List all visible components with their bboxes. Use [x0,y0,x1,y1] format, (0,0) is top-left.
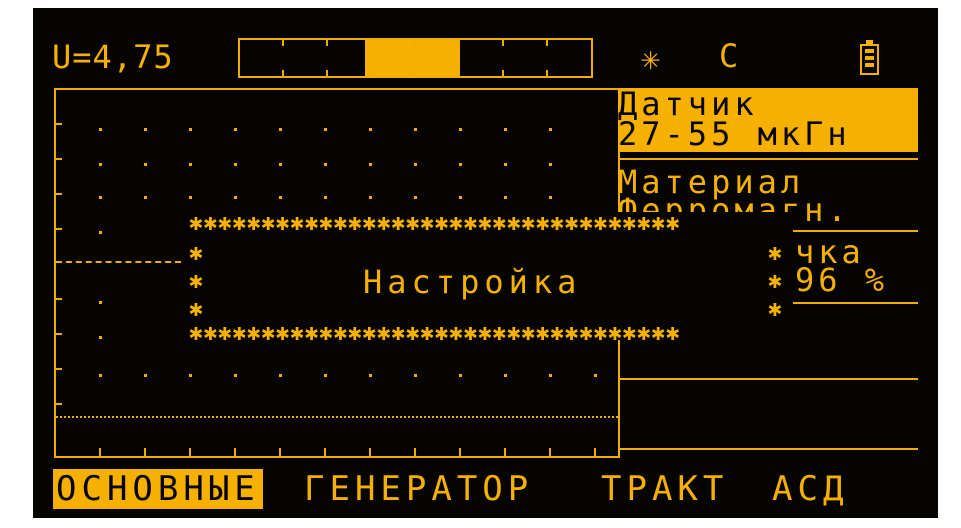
tab-asd[interactable]: АСД [772,469,848,509]
battery-icon [860,40,879,75]
modal-border-left: ✱ ✱ ✱ [189,240,203,322]
sensor-value: 27-55 мкГн [618,115,851,153]
device-screen: U=4,75 ✳ С Датчик 27-55 мкГн Материал Фе… [33,8,938,518]
modal-border-top: ✱✱✱✱✱✱✱✱✱✱✱✱✱✱✱✱✱✱✱✱✱✱✱✱✱✱✱✱✱✱✱✱✱✱ [189,210,681,236]
star-icon: ✳ [641,39,661,77]
partial-value: 96 % [795,261,889,299]
level-fill [365,40,460,76]
mode-indicator: С [719,37,739,75]
level-bar [238,38,593,78]
tab-tract[interactable]: ТРАКТ [601,469,728,509]
modal-border-bottom: ✱✱✱✱✱✱✱✱✱✱✱✱✱✱✱✱✱✱✱✱✱✱✱✱✱✱✱✱✱✱✱✱✱✱ [189,320,681,346]
modal-title: Настройка [363,263,582,301]
tab-basic[interactable]: ОСНОВНЫЕ [53,469,263,509]
modal-border-right: ✱ ✱ ✱ [768,240,782,322]
tab-generator[interactable]: ГЕНЕРАТОР [304,469,533,509]
voltage-readout: U=4,75 [52,38,174,76]
